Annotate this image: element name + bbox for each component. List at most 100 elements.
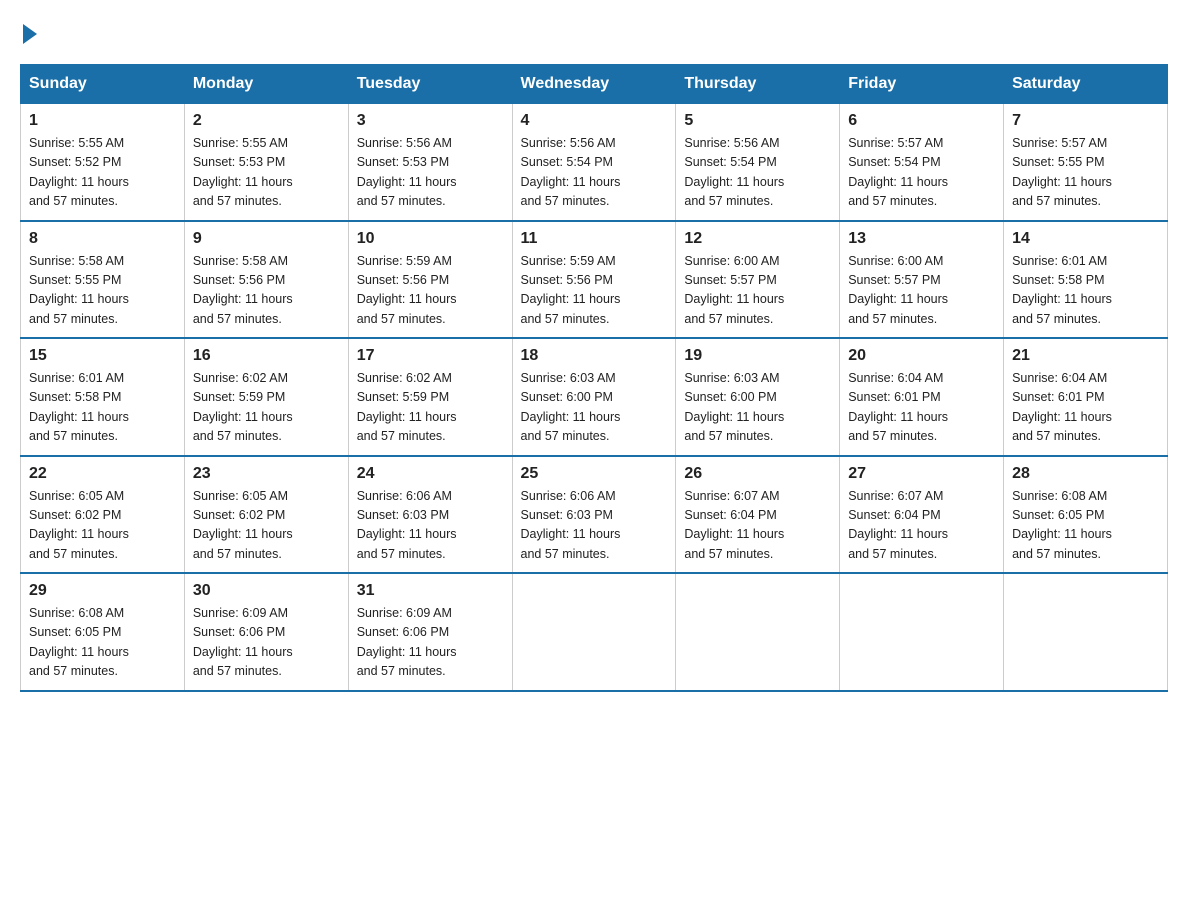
calendar-week-1: 1 Sunrise: 5:55 AMSunset: 5:52 PMDayligh…: [21, 104, 1168, 221]
table-row: 5 Sunrise: 5:56 AMSunset: 5:54 PMDayligh…: [676, 104, 840, 221]
day-number: 16: [193, 347, 340, 365]
day-info: Sunrise: 6:07 AMSunset: 6:04 PMDaylight:…: [684, 487, 831, 565]
day-number: 24: [357, 465, 504, 483]
day-info: Sunrise: 5:55 AMSunset: 5:52 PMDaylight:…: [29, 134, 176, 212]
day-info: Sunrise: 6:00 AMSunset: 5:57 PMDaylight:…: [848, 252, 995, 330]
day-number: 26: [684, 465, 831, 483]
day-number: 27: [848, 465, 995, 483]
logo-arrow-icon: [23, 24, 37, 44]
table-row: 1 Sunrise: 5:55 AMSunset: 5:52 PMDayligh…: [21, 104, 185, 221]
calendar-week-2: 8 Sunrise: 5:58 AMSunset: 5:55 PMDayligh…: [21, 221, 1168, 339]
table-row: 30 Sunrise: 6:09 AMSunset: 6:06 PMDaylig…: [184, 573, 348, 691]
table-row: 27 Sunrise: 6:07 AMSunset: 6:04 PMDaylig…: [840, 456, 1004, 574]
table-row: 15 Sunrise: 6:01 AMSunset: 5:58 PMDaylig…: [21, 338, 185, 456]
table-row: 23 Sunrise: 6:05 AMSunset: 6:02 PMDaylig…: [184, 456, 348, 574]
calendar-week-3: 15 Sunrise: 6:01 AMSunset: 5:58 PMDaylig…: [21, 338, 1168, 456]
calendar-body: 1 Sunrise: 5:55 AMSunset: 5:52 PMDayligh…: [21, 104, 1168, 691]
table-row: 29 Sunrise: 6:08 AMSunset: 6:05 PMDaylig…: [21, 573, 185, 691]
day-info: Sunrise: 6:01 AMSunset: 5:58 PMDaylight:…: [29, 369, 176, 447]
table-row: 9 Sunrise: 5:58 AMSunset: 5:56 PMDayligh…: [184, 221, 348, 339]
table-row: 13 Sunrise: 6:00 AMSunset: 5:57 PMDaylig…: [840, 221, 1004, 339]
table-row: 22 Sunrise: 6:05 AMSunset: 6:02 PMDaylig…: [21, 456, 185, 574]
day-number: 18: [521, 347, 668, 365]
day-number: 29: [29, 582, 176, 600]
day-info: Sunrise: 5:58 AMSunset: 5:55 PMDaylight:…: [29, 252, 176, 330]
day-number: 3: [357, 112, 504, 130]
table-row: 26 Sunrise: 6:07 AMSunset: 6:04 PMDaylig…: [676, 456, 840, 574]
day-info: Sunrise: 6:06 AMSunset: 6:03 PMDaylight:…: [357, 487, 504, 565]
page-header: [20, 20, 1168, 44]
table-row: 10 Sunrise: 5:59 AMSunset: 5:56 PMDaylig…: [348, 221, 512, 339]
day-number: 21: [1012, 347, 1159, 365]
day-info: Sunrise: 5:59 AMSunset: 5:56 PMDaylight:…: [521, 252, 668, 330]
day-number: 14: [1012, 230, 1159, 248]
day-info: Sunrise: 6:04 AMSunset: 6:01 PMDaylight:…: [848, 369, 995, 447]
day-info: Sunrise: 5:57 AMSunset: 5:54 PMDaylight:…: [848, 134, 995, 212]
day-info: Sunrise: 6:01 AMSunset: 5:58 PMDaylight:…: [1012, 252, 1159, 330]
day-info: Sunrise: 6:03 AMSunset: 6:00 PMDaylight:…: [521, 369, 668, 447]
day-info: Sunrise: 6:03 AMSunset: 6:00 PMDaylight:…: [684, 369, 831, 447]
day-info: Sunrise: 6:07 AMSunset: 6:04 PMDaylight:…: [848, 487, 995, 565]
calendar-week-5: 29 Sunrise: 6:08 AMSunset: 6:05 PMDaylig…: [21, 573, 1168, 691]
day-info: Sunrise: 6:00 AMSunset: 5:57 PMDaylight:…: [684, 252, 831, 330]
day-number: 8: [29, 230, 176, 248]
table-row: 18 Sunrise: 6:03 AMSunset: 6:00 PMDaylig…: [512, 338, 676, 456]
header-saturday: Saturday: [1004, 65, 1168, 104]
day-info: Sunrise: 6:04 AMSunset: 6:01 PMDaylight:…: [1012, 369, 1159, 447]
table-row: 12 Sunrise: 6:00 AMSunset: 5:57 PMDaylig…: [676, 221, 840, 339]
table-row: 14 Sunrise: 6:01 AMSunset: 5:58 PMDaylig…: [1004, 221, 1168, 339]
table-row: 4 Sunrise: 5:56 AMSunset: 5:54 PMDayligh…: [512, 104, 676, 221]
header-friday: Friday: [840, 65, 1004, 104]
header-tuesday: Tuesday: [348, 65, 512, 104]
day-number: 12: [684, 230, 831, 248]
table-row: 25 Sunrise: 6:06 AMSunset: 6:03 PMDaylig…: [512, 456, 676, 574]
header-thursday: Thursday: [676, 65, 840, 104]
day-info: Sunrise: 5:59 AMSunset: 5:56 PMDaylight:…: [357, 252, 504, 330]
table-row: 28 Sunrise: 6:08 AMSunset: 6:05 PMDaylig…: [1004, 456, 1168, 574]
day-number: 15: [29, 347, 176, 365]
day-number: 4: [521, 112, 668, 130]
day-info: Sunrise: 6:05 AMSunset: 6:02 PMDaylight:…: [193, 487, 340, 565]
calendar-header: Sunday Monday Tuesday Wednesday Thursday…: [21, 65, 1168, 104]
day-info: Sunrise: 5:58 AMSunset: 5:56 PMDaylight:…: [193, 252, 340, 330]
table-row: 6 Sunrise: 5:57 AMSunset: 5:54 PMDayligh…: [840, 104, 1004, 221]
day-info: Sunrise: 5:56 AMSunset: 5:54 PMDaylight:…: [521, 134, 668, 212]
day-number: 10: [357, 230, 504, 248]
header-sunday: Sunday: [21, 65, 185, 104]
table-row: 17 Sunrise: 6:02 AMSunset: 5:59 PMDaylig…: [348, 338, 512, 456]
day-number: 11: [521, 230, 668, 248]
day-number: 5: [684, 112, 831, 130]
table-row: 19 Sunrise: 6:03 AMSunset: 6:00 PMDaylig…: [676, 338, 840, 456]
day-info: Sunrise: 6:06 AMSunset: 6:03 PMDaylight:…: [521, 487, 668, 565]
table-row: 20 Sunrise: 6:04 AMSunset: 6:01 PMDaylig…: [840, 338, 1004, 456]
day-number: 20: [848, 347, 995, 365]
day-number: 7: [1012, 112, 1159, 130]
calendar-table: Sunday Monday Tuesday Wednesday Thursday…: [20, 64, 1168, 692]
day-info: Sunrise: 6:02 AMSunset: 5:59 PMDaylight:…: [357, 369, 504, 447]
day-number: 13: [848, 230, 995, 248]
table-row: 3 Sunrise: 5:56 AMSunset: 5:53 PMDayligh…: [348, 104, 512, 221]
table-row: [676, 573, 840, 691]
day-number: 6: [848, 112, 995, 130]
day-info: Sunrise: 5:57 AMSunset: 5:55 PMDaylight:…: [1012, 134, 1159, 212]
calendar-week-4: 22 Sunrise: 6:05 AMSunset: 6:02 PMDaylig…: [21, 456, 1168, 574]
table-row: 8 Sunrise: 5:58 AMSunset: 5:55 PMDayligh…: [21, 221, 185, 339]
table-row: 31 Sunrise: 6:09 AMSunset: 6:06 PMDaylig…: [348, 573, 512, 691]
day-info: Sunrise: 6:08 AMSunset: 6:05 PMDaylight:…: [29, 604, 176, 682]
day-number: 22: [29, 465, 176, 483]
day-number: 17: [357, 347, 504, 365]
table-row: 2 Sunrise: 5:55 AMSunset: 5:53 PMDayligh…: [184, 104, 348, 221]
day-number: 30: [193, 582, 340, 600]
day-info: Sunrise: 5:56 AMSunset: 5:53 PMDaylight:…: [357, 134, 504, 212]
day-number: 28: [1012, 465, 1159, 483]
day-info: Sunrise: 6:09 AMSunset: 6:06 PMDaylight:…: [193, 604, 340, 682]
header-monday: Monday: [184, 65, 348, 104]
day-info: Sunrise: 6:08 AMSunset: 6:05 PMDaylight:…: [1012, 487, 1159, 565]
day-number: 19: [684, 347, 831, 365]
day-number: 9: [193, 230, 340, 248]
day-number: 2: [193, 112, 340, 130]
day-info: Sunrise: 5:55 AMSunset: 5:53 PMDaylight:…: [193, 134, 340, 212]
table-row: 7 Sunrise: 5:57 AMSunset: 5:55 PMDayligh…: [1004, 104, 1168, 221]
table-row: 24 Sunrise: 6:06 AMSunset: 6:03 PMDaylig…: [348, 456, 512, 574]
day-number: 25: [521, 465, 668, 483]
